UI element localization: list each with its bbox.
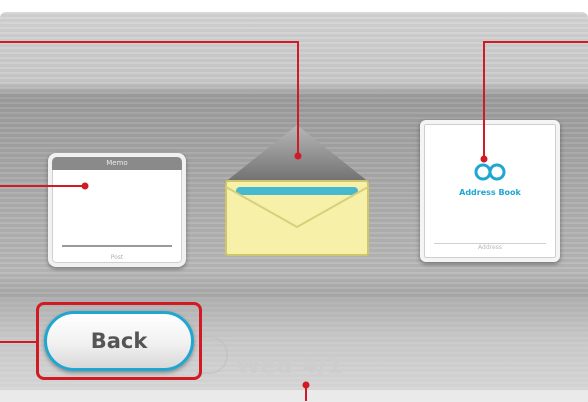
date-display: Wed 4/1 (236, 354, 344, 379)
memo-title: Memo (52, 157, 182, 170)
address-book-button[interactable]: Address Book Address (420, 120, 560, 262)
address-book-icon (474, 163, 506, 181)
memo-footer: Post (110, 254, 124, 261)
address-book-footer: Address (434, 243, 546, 252)
envelope-icon[interactable] (224, 125, 370, 257)
address-book-label: Address Book (459, 188, 521, 197)
back-button[interactable]: Back (44, 311, 194, 371)
memo-rule (62, 245, 172, 247)
memo-button[interactable]: Memo Post (48, 153, 186, 267)
